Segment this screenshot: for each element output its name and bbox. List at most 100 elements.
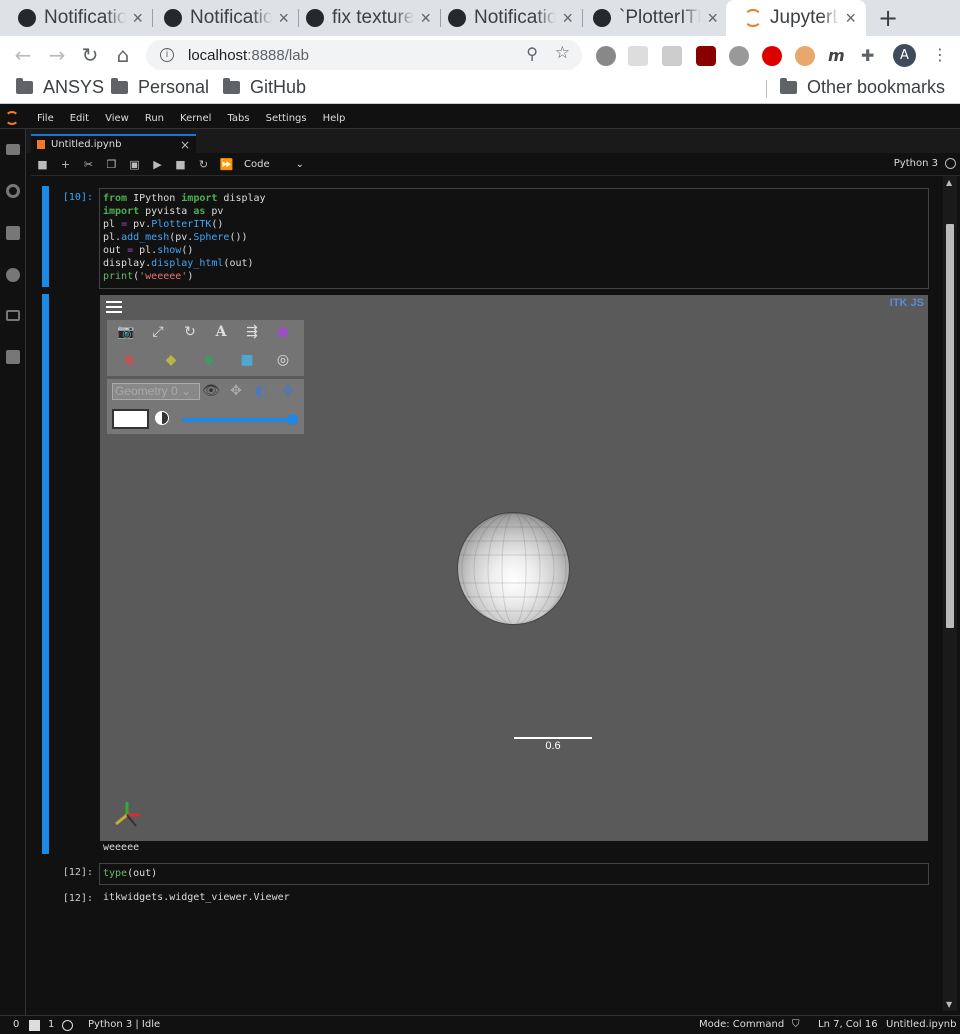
add-cell-icon[interactable]: +	[54, 158, 77, 171]
kernel-name[interactable]: Python 3	[894, 158, 938, 169]
terminals-count[interactable]: 0	[13, 1019, 19, 1030]
puzzle-icon[interactable]: ✚	[861, 46, 881, 66]
geometry-select[interactable]: Geometry 0 ⌄	[112, 383, 200, 400]
back-icon[interactable]: ←	[10, 42, 36, 68]
view-y-icon[interactable]: ◆	[162, 351, 180, 369]
copy-icon[interactable]: ❐	[100, 158, 123, 171]
menu-kernel[interactable]: Kernel	[172, 113, 219, 124]
surface-icon[interactable]: ✥	[279, 382, 297, 400]
kernel-status[interactable]: Python 3 | Idle	[88, 1019, 160, 1030]
opacity-slider[interactable]	[182, 418, 292, 422]
menu-settings[interactable]: Settings	[258, 113, 315, 124]
extension-manager-icon[interactable]	[6, 350, 20, 364]
bookmark-folder[interactable]: Personal	[111, 77, 209, 98]
run-icon[interactable]: ▶	[146, 158, 169, 171]
scrollbar-thumb[interactable]	[946, 224, 954, 628]
reload-icon[interactable]: ↻	[77, 42, 103, 68]
running-icon[interactable]	[6, 184, 20, 198]
browser-tab[interactable]: Notifications ×	[146, 0, 299, 36]
bookmark-folder[interactable]: GitHub	[223, 77, 306, 98]
geometry-controls: Geometry 0 ⌄ 👁 ✥ ◐ ✥	[107, 379, 304, 434]
menu-tabs[interactable]: Tabs	[219, 113, 257, 124]
input-prompt: [10]:	[62, 192, 93, 203]
screenshot-icon[interactable]: 📷	[117, 323, 135, 341]
scale-bar	[514, 737, 592, 739]
commands-icon[interactable]	[6, 226, 20, 240]
menu-help[interactable]: Help	[315, 113, 354, 124]
home-icon[interactable]: ⌂	[110, 42, 136, 68]
extension-icon[interactable]	[596, 46, 616, 66]
restart-icon[interactable]: ↻	[192, 158, 215, 171]
points-icon[interactable]: ✥	[227, 382, 245, 400]
bookmark-folder[interactable]: ANSYS	[16, 77, 104, 98]
annotations-icon[interactable]: A	[212, 323, 230, 341]
browser-tab[interactable]: Notifications ×	[430, 0, 583, 36]
close-icon[interactable]: ×	[845, 8, 856, 29]
zoom-icon[interactable]: ⚲	[526, 44, 538, 64]
browser-tab[interactable]: `PlotterITK` ×	[575, 0, 728, 36]
notebook-scrollbar[interactable]: ▲ ▼	[943, 176, 957, 1011]
extension-icon[interactable]	[729, 46, 749, 66]
folder-icon[interactable]	[6, 144, 20, 155]
site-info-icon[interactable]: i	[160, 48, 174, 62]
output-collapser[interactable]	[42, 294, 49, 854]
view-z-icon[interactable]: ◆	[200, 351, 218, 369]
browser-tab[interactable]: Notifications ×	[0, 0, 153, 36]
other-bookmarks-folder[interactable]: Other bookmarks	[780, 77, 945, 98]
fast-forward-icon[interactable]: ⏩	[215, 158, 238, 171]
menu-kebab-icon[interactable]: ⋮	[930, 46, 950, 66]
opacity-slider-handle[interactable]	[287, 414, 298, 425]
mode-indicator[interactable]: Mode: Command	[699, 1019, 784, 1030]
wireframe-icon[interactable]: ◐	[252, 382, 270, 400]
kernel-status-icon	[945, 158, 956, 169]
color-swatch[interactable]	[112, 409, 149, 429]
close-icon[interactable]: ×	[562, 8, 573, 29]
fullscreen-icon[interactable]: ⤢	[149, 323, 167, 341]
kernels-count[interactable]: 1	[48, 1019, 54, 1030]
ublock-icon[interactable]	[696, 46, 716, 66]
cursor-position[interactable]: Ln 7, Col 16	[818, 1019, 878, 1030]
address-bar[interactable]: i localhost:8888/lab ⚲ ☆	[146, 40, 582, 70]
tab-untitled-notebook[interactable]: Untitled.ipynb ×	[31, 134, 196, 153]
new-tab-button[interactable]: +	[878, 4, 898, 32]
property-inspector-icon[interactable]	[6, 268, 20, 282]
menu-run[interactable]: Run	[137, 113, 172, 124]
cut-icon[interactable]: ✂	[77, 158, 100, 171]
forward-icon[interactable]: →	[44, 42, 70, 68]
profile-avatar[interactable]: A	[893, 44, 916, 67]
paste-icon[interactable]: ▣	[123, 158, 146, 171]
scroll-up-icon[interactable]: ▲	[946, 178, 952, 187]
cell-type-select[interactable]: Code ⌄	[244, 159, 304, 170]
view-x-icon[interactable]: ◆	[120, 351, 138, 369]
menu-edit[interactable]: Edit	[62, 113, 97, 124]
left-sidebar	[0, 129, 26, 1015]
code-editor[interactable]: from IPython import display import pyvis…	[99, 188, 929, 289]
code-editor[interactable]: type(out)	[99, 863, 929, 885]
extension-icon[interactable]	[795, 46, 815, 66]
tabs-icon[interactable]	[6, 310, 20, 321]
scroll-down-icon[interactable]: ▼	[946, 1000, 952, 1009]
kernel-icon	[62, 1020, 73, 1031]
browser-tab[interactable]: fix texture ×	[288, 0, 441, 36]
close-icon[interactable]: ×	[180, 138, 190, 152]
reset-camera-icon[interactable]: ◎	[274, 351, 292, 369]
view-3d-icon[interactable]: ■	[238, 351, 256, 369]
save-icon[interactable]: ■	[31, 158, 54, 171]
itk-viewer[interactable]: ITK JS 📷 ⤢ ↻ A ⇶ ● ◆ ◆ ◆ ■ ◎ Geometry 0 …	[100, 295, 928, 841]
browser-tab-active[interactable]: JupyterLab ×	[726, 0, 866, 36]
star-icon[interactable]: ☆	[555, 43, 570, 63]
menu-view[interactable]: View	[97, 113, 137, 124]
extension-icon[interactable]	[762, 46, 782, 66]
stop-icon[interactable]: ■	[169, 158, 192, 171]
menu-icon[interactable]	[106, 301, 122, 315]
menu-file[interactable]: File	[29, 113, 62, 124]
close-icon[interactable]: ×	[707, 8, 718, 29]
close-icon[interactable]: ×	[132, 8, 143, 29]
rotate-icon[interactable]: ↻	[181, 323, 199, 341]
axes-icon[interactable]: ⇶	[243, 323, 261, 341]
extension-icon[interactable]: m	[828, 46, 848, 66]
extension-icon[interactable]	[662, 46, 682, 66]
interpolation-icon[interactable]: ●	[274, 323, 292, 341]
visibility-icon[interactable]: 👁	[202, 382, 220, 400]
extension-icon[interactable]	[628, 46, 648, 66]
